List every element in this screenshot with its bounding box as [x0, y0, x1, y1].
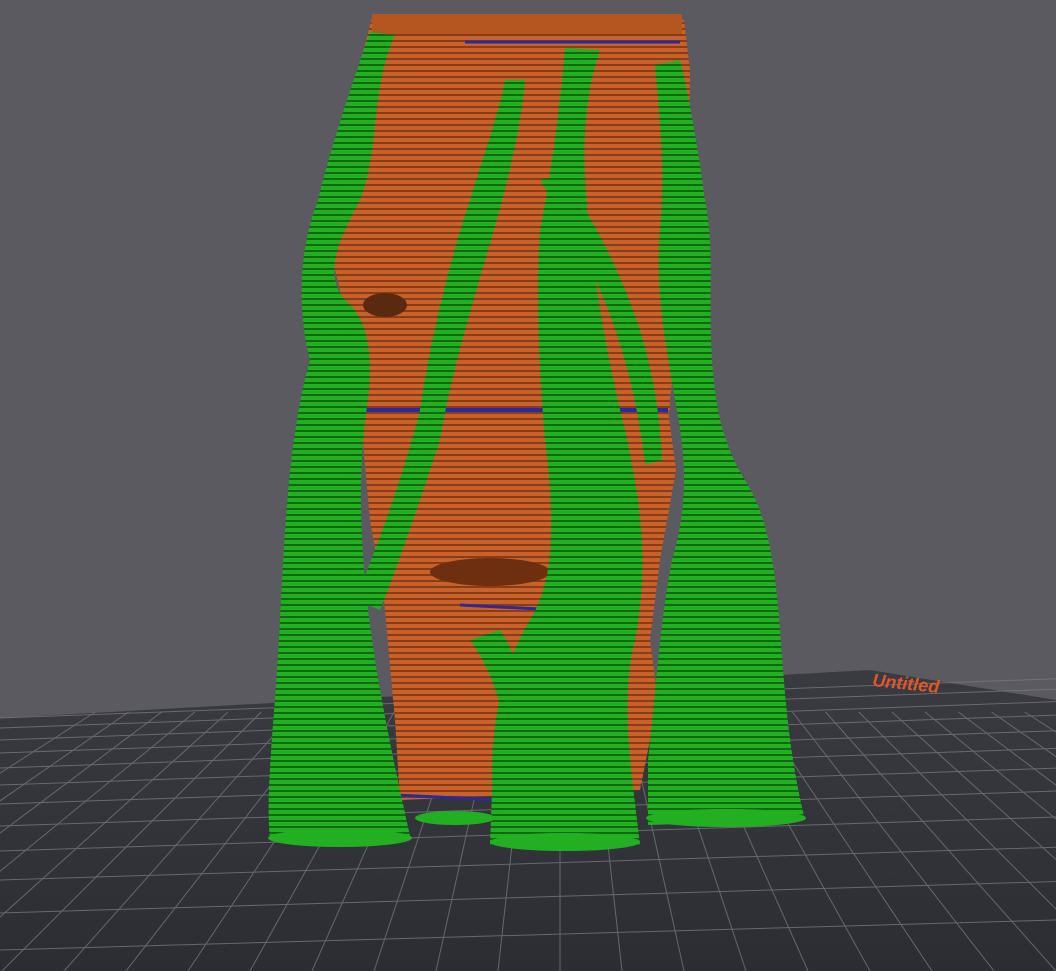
support-foot — [415, 811, 495, 825]
model-top-lid — [372, 14, 682, 34]
3d-scene[interactable]: Untitled — [0, 0, 1056, 971]
support-foot — [490, 833, 640, 851]
support-foot — [646, 809, 806, 827]
model-eye-socket — [363, 293, 407, 317]
support-foot — [268, 829, 412, 847]
slicer-preview-viewport[interactable]: Untitled — [0, 0, 1056, 971]
model-mouth-feature — [430, 558, 550, 586]
